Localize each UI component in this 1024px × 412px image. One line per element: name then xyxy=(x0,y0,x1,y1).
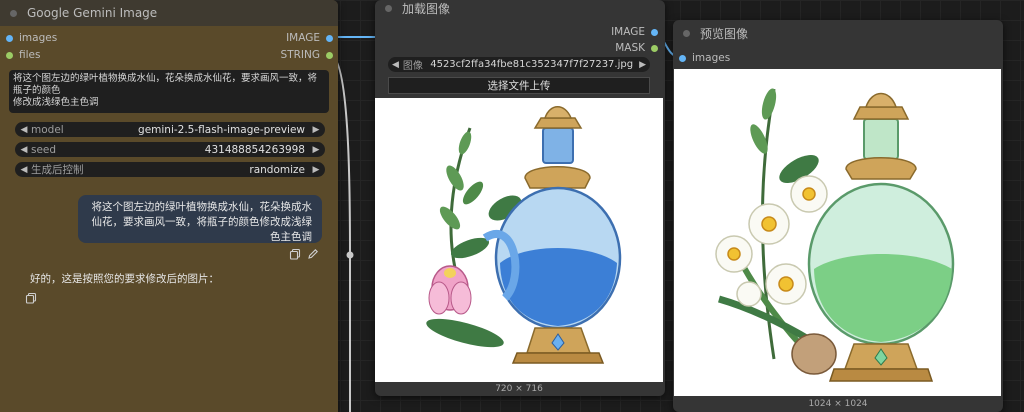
preview-image-size: 1024 × 1024 xyxy=(808,399,868,409)
chevron-left-icon[interactable]: ◀ xyxy=(19,125,29,135)
output-slot-mask[interactable]: MASK xyxy=(615,42,658,54)
chevron-left-icon[interactable]: ◀ xyxy=(392,60,399,70)
node-collapse-dot[interactable] xyxy=(10,9,17,17)
input-label-images: images xyxy=(19,32,58,44)
gemini-node-header[interactable]: Google Gemini Image xyxy=(0,0,338,26)
loaded-image xyxy=(375,98,663,382)
user-message-bubble: 将这个图左边的绿叶植物换成水仙，花朵换成水 仙花，要求画风一致，将瓶子的颜色修改… xyxy=(78,195,322,243)
input-slot-images[interactable]: images xyxy=(6,32,57,44)
prompt-line-1: 将这个图左边的绿叶植物换成水仙，花朵换成水仙花，要求画风一致，将瓶子的颜色 xyxy=(13,73,318,96)
output-label-image: IMAGE xyxy=(611,26,645,38)
user-message-line-3: 色主色调 xyxy=(270,231,312,243)
preview-image xyxy=(674,69,1001,396)
loaded-image-size: 720 × 716 xyxy=(495,384,543,394)
model-label: model xyxy=(31,123,64,136)
chevron-right-icon[interactable]: ▶ xyxy=(311,125,321,135)
output-dot-image[interactable] xyxy=(651,28,658,36)
control-label: 生成后控制 xyxy=(31,164,84,176)
copy-icon[interactable] xyxy=(25,292,37,304)
input-dot-files[interactable] xyxy=(6,51,13,59)
pencil-icon[interactable] xyxy=(307,248,319,260)
prompt-textarea[interactable]: 将这个图左边的绿叶植物换成水仙，花朵换成水仙花，要求画风一致，将瓶子的颜色 修改… xyxy=(9,70,329,113)
output-dot-string[interactable] xyxy=(326,51,333,59)
control-value: randomize xyxy=(249,163,305,176)
seed-label: seed xyxy=(31,143,57,156)
narcissus-flowers xyxy=(715,175,828,307)
output-label-image: IMAGE xyxy=(286,32,320,44)
seed-widget[interactable]: ◀ seed 431488854263998 ▶ xyxy=(15,142,325,157)
output-slot-image[interactable]: IMAGE xyxy=(611,26,658,38)
input-slot-files[interactable]: files xyxy=(6,49,40,61)
input-slot-images[interactable]: images xyxy=(679,52,730,64)
image-file-value: 4523cf2ffa34fbe81c352347f7f27237.jpg xyxy=(430,59,634,70)
chevron-left-icon[interactable]: ◀ xyxy=(19,145,29,155)
input-dot-images[interactable] xyxy=(679,54,686,62)
upload-file-button[interactable]: 选择文件上传 xyxy=(388,77,650,94)
model-widget[interactable]: ◀ model gemini-2.5-flash-image-preview ▶ xyxy=(15,122,325,137)
output-dot-mask[interactable] xyxy=(651,44,658,52)
node-collapse-dot[interactable] xyxy=(385,4,392,12)
node-collapse-dot[interactable] xyxy=(683,29,690,37)
model-value: gemini-2.5-flash-image-preview xyxy=(138,123,305,136)
image-file-label: 图像 xyxy=(402,61,423,72)
prompt-line-2: 修改成浅绿色主色调 xyxy=(13,97,99,108)
load-node-header[interactable]: 加载图像 xyxy=(375,0,665,16)
chevron-right-icon[interactable]: ▶ xyxy=(311,165,321,175)
user-message-line-1: 将这个图左边的绿叶植物换成水仙，花朵换成水 xyxy=(91,201,313,213)
output-slot-image[interactable]: IMAGE xyxy=(286,32,333,44)
seed-value: 431488854263998 xyxy=(204,143,305,156)
load-node-title: 加载图像 xyxy=(402,1,451,16)
load-image-node[interactable]: 加载图像 IMAGE MASK ◀ 图像 4523cf2ffa34fbe81c3… xyxy=(375,0,665,396)
copy-icon[interactable] xyxy=(289,248,301,260)
assistant-reply: 好的，这是按照您的要求修改后的图片： xyxy=(30,273,219,285)
preview-image-node[interactable]: 预览图像 images 1024 × 1024 xyxy=(673,20,1003,412)
chevron-left-icon[interactable]: ◀ xyxy=(19,165,29,175)
potion-bottle-illustration-green xyxy=(715,88,955,382)
output-label-string: STRING xyxy=(280,49,320,61)
output-label-mask: MASK xyxy=(615,42,645,54)
output-dot-image[interactable] xyxy=(326,34,333,42)
gemini-node-title: Google Gemini Image xyxy=(27,6,158,20)
preview-node-header[interactable]: 预览图像 xyxy=(673,20,1003,46)
input-label-files: files xyxy=(19,49,41,61)
potion-bottle-illustration-blue xyxy=(426,106,622,364)
chevron-right-icon[interactable]: ▶ xyxy=(311,145,321,155)
input-dot-images[interactable] xyxy=(6,34,13,42)
input-label-images: images xyxy=(692,52,731,64)
image-file-widget[interactable]: ◀ 图像 4523cf2ffa34fbe81c352347f7f27237.jp… xyxy=(388,57,650,72)
control-after-generate-widget[interactable]: ◀ 生成后控制 randomize ▶ xyxy=(15,162,325,177)
output-slot-string[interactable]: STRING xyxy=(281,49,333,61)
preview-node-title: 预览图像 xyxy=(700,26,749,41)
chevron-right-icon[interactable]: ▶ xyxy=(639,60,646,70)
gemini-image-node[interactable]: Google Gemini Image images files IMAGE S… xyxy=(0,0,338,412)
user-message-line-2: 仙花，要求画风一致，将瓶子的颜色修改成浅绿 xyxy=(91,216,313,228)
